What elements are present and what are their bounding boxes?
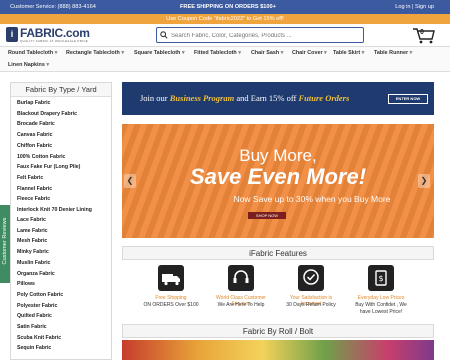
sidebar-item[interactable]: Chiffon Fabric <box>17 141 105 152</box>
nav-table-skirt[interactable]: Table Skirt <box>333 50 364 56</box>
sidebar-item[interactable]: Organza Fabric <box>17 269 105 280</box>
business-program-banner[interactable]: Join our Business Program and Earn 15% o… <box>122 82 434 115</box>
features-title: iFabric Features <box>122 246 434 260</box>
nav-chair-cover[interactable]: Chair Cover <box>292 50 327 56</box>
cart-button[interactable]: 0 <box>412 26 436 44</box>
promo-carousel: Buy More, Save Even More! Now Save up to… <box>122 124 434 238</box>
coupon-banner: Use Coupon Code "ifabric2022" to Get 15%… <box>0 14 450 24</box>
business-program-text: Join our Business Program and Earn 15% o… <box>140 93 349 103</box>
sidebar-item[interactable]: Mesh Fabric <box>17 236 105 247</box>
sidebar-item[interactable]: Sequin Fabric <box>17 343 105 354</box>
search-input[interactable] <box>171 30 359 41</box>
feature-customer-service: World Class Customer Services We Are Her… <box>210 260 272 318</box>
sidebar-item[interactable]: Lame Fabric <box>17 226 105 237</box>
sidebar-item[interactable]: Flannel Fabric <box>17 184 105 195</box>
feature-desc: Buy With Confidet , We have Lowest Price… <box>355 302 407 315</box>
category-nav: Round Tablecloth Rectangle Tablecloth Sq… <box>0 46 450 72</box>
sidebar-item[interactable]: Burlap Fabric <box>17 98 105 109</box>
svg-text:$: $ <box>378 274 383 283</box>
shop-now-button[interactable]: SHOP NOW <box>248 212 286 219</box>
sidebar-item[interactable]: Pillows <box>17 279 105 290</box>
nav-fitted-tablecloth[interactable]: Fitted Tablecloth <box>194 50 241 56</box>
feature-free-shipping: Free Shipping ON ORDERS Over $100 <box>140 260 202 318</box>
nav-rectangle-tablecloth[interactable]: Rectangle Tablecloth <box>66 50 124 56</box>
banner1-highlight-business: Business Program <box>169 93 235 103</box>
roll-bolt-title: Fabric By Roll / Bolt <box>122 324 434 338</box>
sidebar-item[interactable]: Quilted Fabric <box>17 311 105 322</box>
sidebar-item[interactable]: Scuba Knit Fabric <box>17 333 105 344</box>
enter-now-button[interactable]: ENTER NOW <box>388 94 428 104</box>
free-shipping-notice: FREE SHIPPING ON ORDERS $100+ <box>180 4 276 10</box>
sidebar-item[interactable]: Brocade Fabric <box>17 119 105 130</box>
nav-chair-sash[interactable]: Chair Sash <box>251 50 283 56</box>
promo-subtext: Now Save up to 30% when you Buy More <box>233 194 391 204</box>
carousel-next-icon[interactable]: ❯ <box>418 174 430 188</box>
carousel-prev-icon[interactable]: ❮ <box>124 174 136 188</box>
banner1-text-mid: and Earn 15% off <box>234 93 299 103</box>
sidebar-item[interactable]: Fleece Fabric <box>17 194 105 205</box>
feature-desc: ON ORDERS Over $100 <box>143 302 199 308</box>
sidebar-item[interactable]: Interlock Knit 70 Denier Lining <box>17 205 105 215</box>
promo-headline-1: Buy More, <box>239 146 317 165</box>
headset-icon <box>228 265 254 291</box>
sidebar-item[interactable]: Poly Cotton Fabric <box>17 290 105 301</box>
logo-tagline: QUALITY FABRIC AT WHOLESALE PRICE <box>20 39 89 43</box>
customer-reviews-tab[interactable]: Customer Reviews <box>0 205 10 283</box>
site-logo[interactable]: FABRIC.com <box>20 26 90 40</box>
sidebar-title: Fabric By Type / Yard <box>11 83 111 97</box>
search-icon[interactable] <box>160 31 168 41</box>
sidebar-item[interactable]: 100% Cotton Fabric <box>17 152 105 163</box>
top-bar: Customer Service: (888) 883-4164 FREE SH… <box>0 0 450 14</box>
sidebar-item[interactable]: Muslin Fabric <box>17 258 105 269</box>
feature-title: Everyday Low Prices <box>357 295 405 301</box>
nav-linen-napkins[interactable]: Linen Napkins <box>8 62 49 68</box>
nav-table-runner[interactable]: Table Runner <box>374 50 412 56</box>
sidebar-item[interactable]: Polyester Fabric <box>17 301 105 312</box>
fabric-type-sidebar: Fabric By Type / Yard Burlap Fabric Blac… <box>10 82 112 360</box>
features-section: Free Shipping ON ORDERS Over $100 World … <box>122 260 434 318</box>
feature-desc: 30 Days Return Policy <box>286 302 336 308</box>
banner1-text-pre: Join our <box>140 93 170 103</box>
sidebar-item[interactable]: Blackout Drapery Fabric <box>17 109 105 120</box>
nav-square-tablecloth[interactable]: Square Tablecloth <box>134 50 185 56</box>
logo-icon[interactable]: i <box>6 27 18 42</box>
sidebar-item[interactable]: Satin Fabric <box>17 322 105 333</box>
fabric-roll-image[interactable] <box>122 340 434 360</box>
feature-desc: We Are Here To Help <box>217 302 265 308</box>
sidebar-item[interactable]: Faux Fake Fur (Long Pile) <box>17 162 105 173</box>
search-box <box>156 27 364 43</box>
feature-satisfaction: Your Satisfaction is Important 30 Days R… <box>280 260 342 318</box>
truck-icon <box>158 265 184 291</box>
sidebar-item[interactable]: Felt Fabric <box>17 173 105 184</box>
feature-title: Free Shipping <box>155 295 187 301</box>
price-tag-icon: $ <box>368 265 394 291</box>
login-signup-link[interactable]: Log in | Sign up <box>395 4 434 10</box>
customer-service-phone[interactable]: Customer Service: (888) 883-4164 <box>10 4 96 10</box>
feature-low-prices: $ Everyday Low Prices Buy With Confidet … <box>350 260 412 318</box>
header: i FABRIC.com QUALITY FABRIC AT WHOLESALE… <box>0 24 450 46</box>
customer-reviews-label: Customer Reviews <box>2 217 8 265</box>
sidebar-item[interactable]: Minky Fabric <box>17 247 105 258</box>
promo-headline-2: Save Even More! <box>189 164 367 189</box>
nav-round-tablecloth[interactable]: Round Tablecloth <box>8 50 57 56</box>
fabric-type-list: Burlap Fabric Blackout Drapery Fabric Br… <box>11 97 111 355</box>
sidebar-item[interactable]: Canvas Fabric <box>17 130 105 141</box>
cart-count: 0 <box>420 29 424 36</box>
banner1-highlight-orders: Future Orders <box>298 93 350 103</box>
premium-badge-icon <box>298 265 324 291</box>
shopping-cart-icon <box>413 28 435 44</box>
sidebar-item[interactable]: Lace Fabric <box>17 215 105 226</box>
